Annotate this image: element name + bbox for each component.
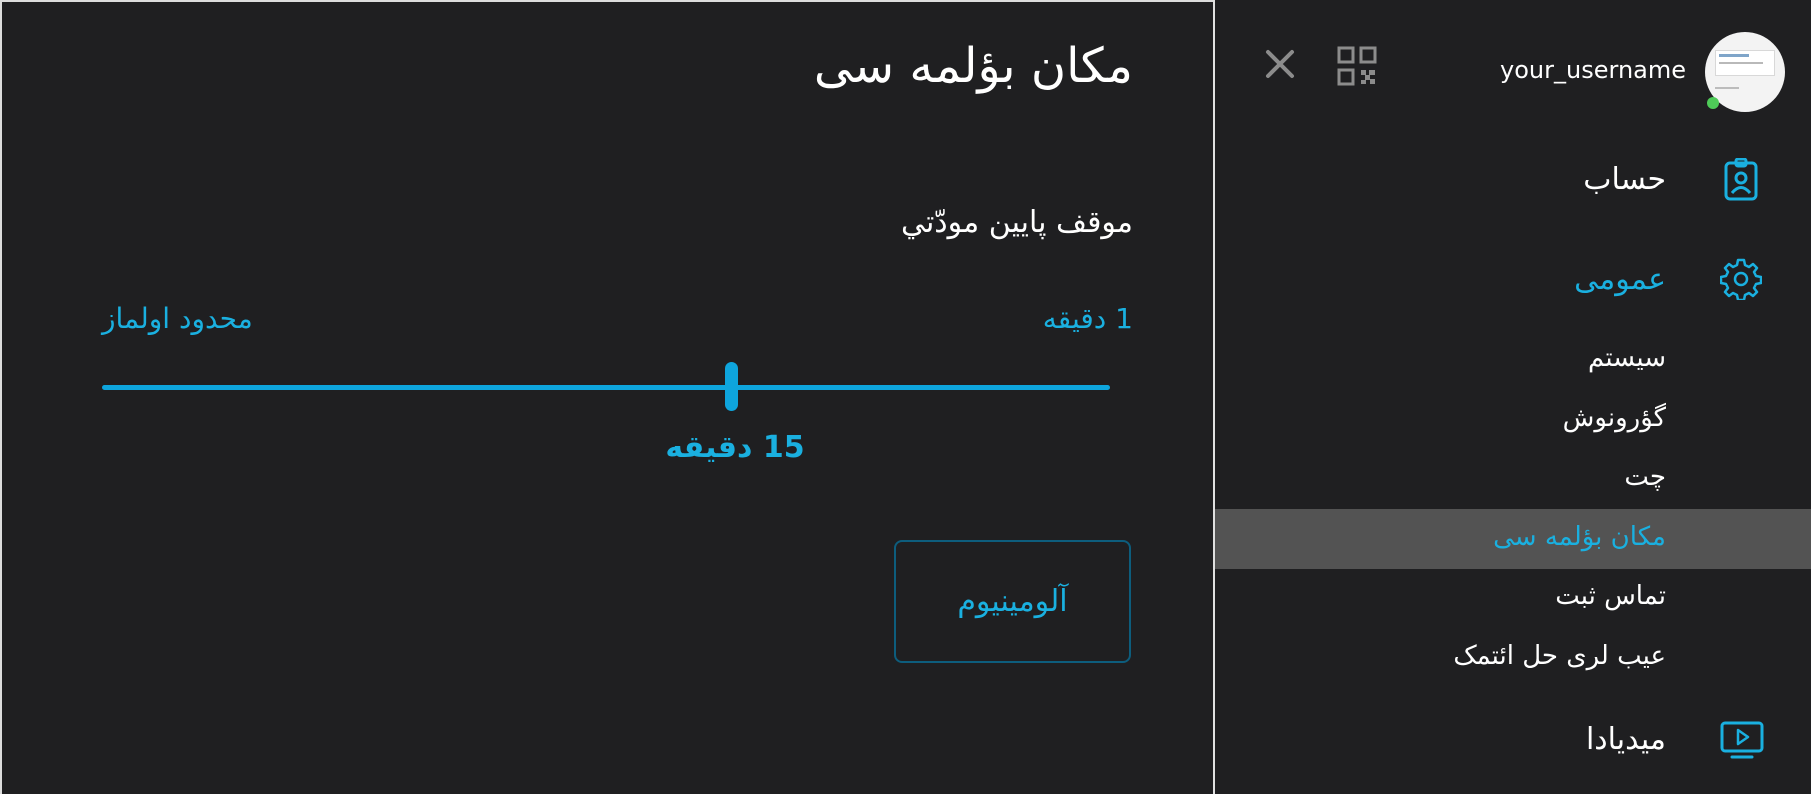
avatar-thumbnail-line xyxy=(1719,62,1763,64)
slider-value-label: 15 دقیقه xyxy=(665,430,805,465)
close-icon xyxy=(1266,50,1294,78)
setting-label: موقف پایین مودّتي xyxy=(900,205,1133,240)
subnav-troubleshooting-label: عیب لری حل ائتمک xyxy=(1453,641,1666,671)
page-title: مکان بؤلمه سی xyxy=(813,38,1133,94)
qr-code-button[interactable] xyxy=(1337,46,1377,86)
range-min-label: 1 دقیقه xyxy=(1042,302,1133,335)
subnav-call-log[interactable]: تماس ثبت xyxy=(1215,568,1811,628)
sidebar: your_username حساب عمومی سیستم گؤرونوش چ… xyxy=(1215,0,1811,794)
subnav-appearance[interactable]: گؤرونوش xyxy=(1215,390,1811,450)
nav-media-label: میدیادا xyxy=(1585,722,1666,757)
id-badge-icon xyxy=(1724,158,1758,201)
nav-account[interactable]: حساب xyxy=(1215,150,1811,210)
nav-general[interactable]: عمومی xyxy=(1215,250,1811,310)
gear-icon xyxy=(1720,258,1762,300)
nav-media[interactable]: میدیادا xyxy=(1215,710,1811,770)
nav-account-label: حساب xyxy=(1583,162,1666,197)
subnav-chat-label: چت xyxy=(1624,462,1666,492)
range-max-label: محدود اولماز xyxy=(102,302,253,335)
close-button[interactable] xyxy=(1260,44,1300,84)
nav-general-label: عمومی xyxy=(1574,262,1666,297)
subnav-call-log-label: تماس ثبت xyxy=(1555,581,1666,611)
avatar-thumbnail-line xyxy=(1719,54,1749,57)
subnav-system-label: سیستم xyxy=(1588,343,1666,373)
online-status-dot xyxy=(1707,97,1719,109)
username[interactable]: your_username xyxy=(1500,56,1686,84)
subnav-system[interactable]: سیستم xyxy=(1215,330,1811,390)
subnav-troubleshooting[interactable]: عیب لری حل ائتمک xyxy=(1215,628,1811,688)
play-screen-icon xyxy=(1720,721,1764,759)
subnav-location-sharing-label: مکان بؤلمه سی xyxy=(1493,522,1666,552)
avatar-thumbnail-line xyxy=(1715,87,1739,89)
settings-content: مکان بؤلمه سی موقف پایین مودّتي 1 دقیقه … xyxy=(0,0,1213,794)
duration-slider-thumb[interactable] xyxy=(725,362,738,411)
aluminium-button[interactable]: آلومینیوم xyxy=(894,540,1131,663)
subnav-chat[interactable]: چت xyxy=(1215,449,1811,509)
duration-slider-track[interactable] xyxy=(102,385,1110,390)
qr-code-icon xyxy=(1337,46,1377,86)
subnav-location-sharing[interactable]: مکان بؤلمه سی xyxy=(1215,509,1811,569)
subnav-appearance-label: گؤرونوش xyxy=(1562,403,1666,433)
